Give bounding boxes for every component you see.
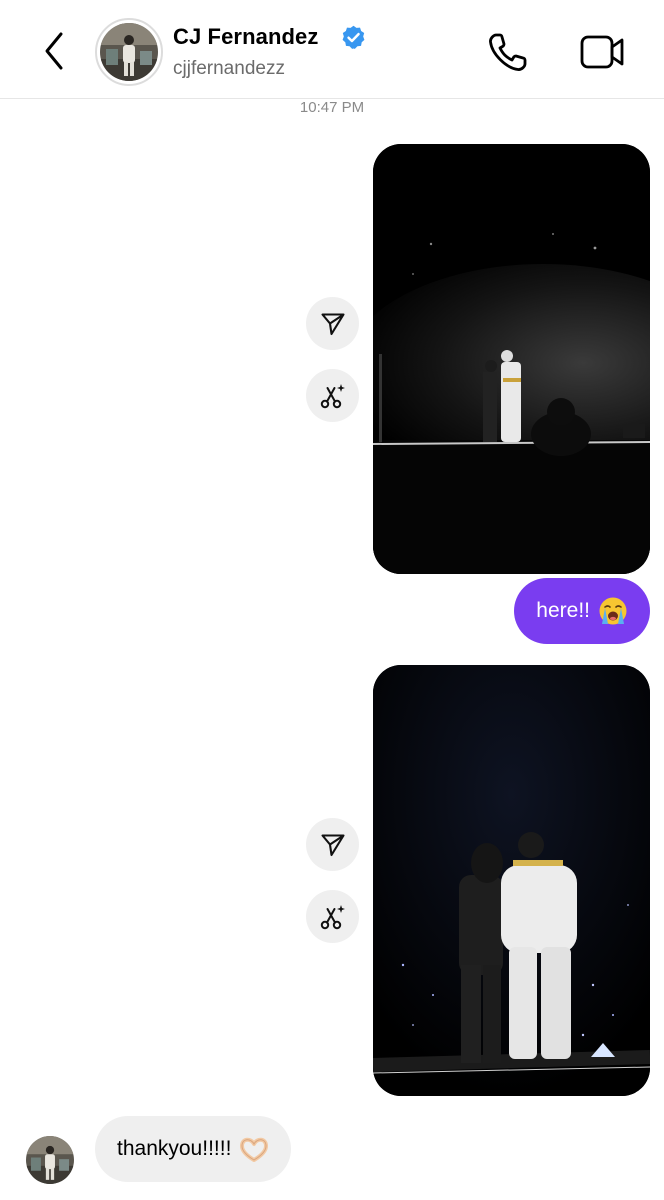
media-message[interactable] <box>373 665 650 1096</box>
ai-edit-icon <box>320 383 345 408</box>
share-icon <box>320 312 345 335</box>
ai-edit-media-button[interactable] <box>306 890 359 943</box>
share-icon <box>320 833 345 856</box>
message-text: thankyou!!!!! <box>117 1137 232 1160</box>
incoming-message-bubble[interactable]: thankyou!!!!! <box>95 1116 292 1182</box>
avatar-photo <box>26 1136 74 1184</box>
video-call-button[interactable] <box>578 30 628 74</box>
verified-badge-icon <box>342 25 365 49</box>
message-text: here!! <box>536 599 590 622</box>
contact-handle: cjjfernandezz <box>173 58 285 79</box>
phone-icon <box>489 33 527 71</box>
share-media-button[interactable] <box>306 297 359 350</box>
sender-avatar[interactable] <box>26 1136 74 1184</box>
heart-hands-icon <box>239 1136 269 1162</box>
contact-name[interactable]: CJ Fernandez <box>173 24 318 50</box>
back-button[interactable] <box>36 30 72 72</box>
message-timestamp: 10:47 PM <box>299 99 365 116</box>
conversation-header: CJ Fernandez cjjfernandezz <box>0 0 664 99</box>
share-media-button[interactable] <box>306 818 359 871</box>
loudly-crying-face-icon <box>598 596 628 626</box>
concert-photo-2 <box>373 665 650 1096</box>
video-camera-icon <box>580 35 624 69</box>
profile-avatar[interactable] <box>95 18 163 86</box>
avatar-photo <box>100 23 158 81</box>
audio-call-button[interactable] <box>486 30 530 74</box>
concert-photo-1 <box>373 144 650 574</box>
outgoing-message-bubble[interactable]: here!! <box>514 578 650 644</box>
media-message[interactable] <box>373 144 650 574</box>
chevron-left-icon <box>45 32 63 70</box>
ai-edit-media-button[interactable] <box>306 369 359 422</box>
ai-edit-icon <box>320 904 345 929</box>
